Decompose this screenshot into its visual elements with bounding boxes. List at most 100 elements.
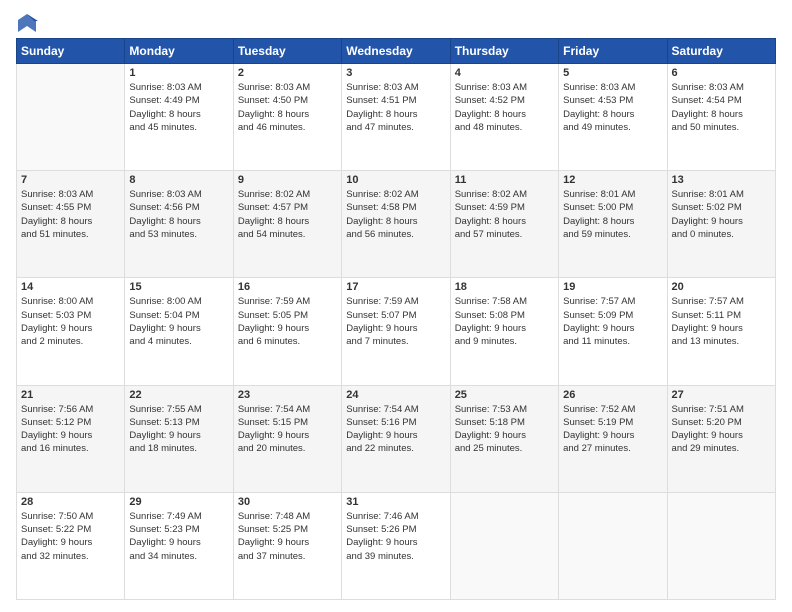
calendar-cell: 26 Sunrise: 7:52 AMSunset: 5:19 PMDayligh… (559, 385, 667, 492)
calendar-cell: 31Sunrise: 7:46 AMSunset: 5:26 PMDayligh… (342, 492, 450, 599)
day-number: 15 (129, 281, 228, 293)
page-container: Sunday Monday Tuesday Wednesday Thursday… (0, 0, 792, 612)
day-number: 8 (129, 174, 228, 186)
calendar-week-row: 14Sunrise: 8:00 AMSunset: 5:03 PMDayligh… (17, 278, 776, 385)
calendar-header-row: Sunday Monday Tuesday Wednesday Thursday… (17, 39, 776, 64)
calendar-cell: 1Sunrise: 8:03 AMSunset: 4:49 PMDaylight… (125, 64, 233, 171)
col-monday: Monday (125, 39, 233, 64)
calendar-cell: 27 Sunrise: 7:51 AMSunset: 5:20 PMDayligh… (667, 385, 775, 492)
day-info: Sunrise: 7:50 AMSunset: 5:22 PMDaylight:… (21, 510, 120, 563)
calendar-cell: 9Sunrise: 8:02 AMSunset: 4:57 PMDaylight… (233, 171, 341, 278)
calendar-cell: 30 Sunrise: 7:48 AMSunset: 5:25 PMDayligh… (233, 492, 341, 599)
day-info: Sunrise: 7:59 AMSunset: 5:05 PMDaylight:… (238, 295, 337, 348)
day-number: 27 (672, 389, 771, 401)
day-info: Sunrise: 8:03 AMSunset: 4:50 PMDaylight:… (238, 81, 337, 134)
calendar-cell: 4 Sunrise: 8:03 AMSunset: 4:52 PMDaylight… (450, 64, 558, 171)
day-info: Sunrise: 7:52 AMSunset: 5:19 PMDaylight:… (563, 403, 662, 456)
day-number: 6 (672, 67, 771, 79)
calendar-cell: 7 Sunrise: 8:03 AMSunset: 4:55 PMDaylight… (17, 171, 125, 278)
day-info: Sunrise: 7:54 AMSunset: 5:15 PMDaylight:… (238, 403, 337, 456)
calendar-cell: 14Sunrise: 8:00 AMSunset: 5:03 PMDayligh… (17, 278, 125, 385)
day-number: 22 (129, 389, 228, 401)
col-tuesday: Tuesday (233, 39, 341, 64)
day-info: Sunrise: 7:51 AMSunset: 5:20 PMDaylight:… (672, 403, 771, 456)
calendar-week-row: 7 Sunrise: 8:03 AMSunset: 4:55 PMDaylight… (17, 171, 776, 278)
col-thursday: Thursday (450, 39, 558, 64)
day-number: 13 (672, 174, 771, 186)
day-info: Sunrise: 8:00 AMSunset: 5:04 PMDaylight:… (129, 295, 228, 348)
day-info: Sunrise: 8:01 AMSunset: 5:02 PMDaylight:… (672, 188, 771, 241)
calendar-week-row: 21 Sunrise: 7:56 AMSunset: 5:12 PMDayligh… (17, 385, 776, 492)
calendar-cell (667, 492, 775, 599)
day-number: 9 (238, 174, 337, 186)
day-info: Sunrise: 7:48 AMSunset: 5:25 PMDaylight:… (238, 510, 337, 563)
day-number: 5 (563, 67, 662, 79)
calendar-cell: 24 Sunrise: 7:54 AMSunset: 5:16 PMDayligh… (342, 385, 450, 492)
day-info: Sunrise: 7:46 AMSunset: 5:26 PMDaylight:… (346, 510, 445, 563)
day-number: 30 (238, 496, 337, 508)
day-number: 10 (346, 174, 445, 186)
day-info: Sunrise: 7:57 AMSunset: 5:11 PMDaylight:… (672, 295, 771, 348)
calendar-cell (559, 492, 667, 599)
day-info: Sunrise: 8:01 AMSunset: 5:00 PMDaylight:… (563, 188, 662, 241)
calendar-cell: 29 Sunrise: 7:49 AMSunset: 5:23 PMDayligh… (125, 492, 233, 599)
day-number: 28 (21, 496, 120, 508)
day-number: 11 (455, 174, 554, 186)
day-info: Sunrise: 8:03 AMSunset: 4:55 PMDaylight:… (21, 188, 120, 241)
col-friday: Friday (559, 39, 667, 64)
day-number: 20 (672, 281, 771, 293)
day-info: Sunrise: 7:55 AMSunset: 5:13 PMDaylight:… (129, 403, 228, 456)
day-info: Sunrise: 8:03 AMSunset: 4:54 PMDaylight:… (672, 81, 771, 134)
day-info: Sunrise: 7:49 AMSunset: 5:23 PMDaylight:… (129, 510, 228, 563)
calendar-cell: 11Sunrise: 8:02 AMSunset: 4:59 PMDayligh… (450, 171, 558, 278)
calendar-cell: 19 Sunrise: 7:57 AMSunset: 5:09 PMDayligh… (559, 278, 667, 385)
day-number: 1 (129, 67, 228, 79)
calendar-cell: 23 Sunrise: 7:54 AMSunset: 5:15 PMDayligh… (233, 385, 341, 492)
col-wednesday: Wednesday (342, 39, 450, 64)
day-info: Sunrise: 8:03 AMSunset: 4:53 PMDaylight:… (563, 81, 662, 134)
day-number: 19 (563, 281, 662, 293)
calendar-cell (17, 64, 125, 171)
day-info: Sunrise: 7:59 AMSunset: 5:07 PMDaylight:… (346, 295, 445, 348)
calendar-cell: 5 Sunrise: 8:03 AMSunset: 4:53 PMDaylight… (559, 64, 667, 171)
logo (16, 12, 38, 30)
day-info: Sunrise: 7:53 AMSunset: 5:18 PMDaylight:… (455, 403, 554, 456)
day-info: Sunrise: 7:57 AMSunset: 5:09 PMDaylight:… (563, 295, 662, 348)
calendar-cell: 12 Sunrise: 8:01 AMSunset: 5:00 PMDayligh… (559, 171, 667, 278)
day-info: Sunrise: 8:03 AMSunset: 4:56 PMDaylight:… (129, 188, 228, 241)
col-saturday: Saturday (667, 39, 775, 64)
day-info: Sunrise: 8:02 AMSunset: 4:58 PMDaylight:… (346, 188, 445, 241)
day-number: 26 (563, 389, 662, 401)
calendar-cell: 18 Sunrise: 7:58 AMSunset: 5:08 PMDayligh… (450, 278, 558, 385)
calendar-table: Sunday Monday Tuesday Wednesday Thursday… (16, 38, 776, 600)
day-number: 14 (21, 281, 120, 293)
calendar-cell: 13 Sunrise: 8:01 AMSunset: 5:02 PMDayligh… (667, 171, 775, 278)
page-header (16, 12, 776, 30)
day-info: Sunrise: 7:56 AMSunset: 5:12 PMDaylight:… (21, 403, 120, 456)
calendar-cell: 22 Sunrise: 7:55 AMSunset: 5:13 PMDayligh… (125, 385, 233, 492)
day-number: 7 (21, 174, 120, 186)
day-number: 21 (21, 389, 120, 401)
day-info: Sunrise: 8:03 AMSunset: 4:52 PMDaylight:… (455, 81, 554, 134)
day-number: 18 (455, 281, 554, 293)
calendar-cell: 15 Sunrise: 8:00 AMSunset: 5:04 PMDayligh… (125, 278, 233, 385)
calendar-cell: 2Sunrise: 8:03 AMSunset: 4:50 PMDaylight… (233, 64, 341, 171)
day-number: 25 (455, 389, 554, 401)
day-number: 29 (129, 496, 228, 508)
day-number: 17 (346, 281, 445, 293)
calendar-cell: 16Sunrise: 7:59 AMSunset: 5:05 PMDayligh… (233, 278, 341, 385)
day-number: 4 (455, 67, 554, 79)
calendar-week-row: 1Sunrise: 8:03 AMSunset: 4:49 PMDaylight… (17, 64, 776, 171)
day-number: 12 (563, 174, 662, 186)
calendar-cell: 28 Sunrise: 7:50 AMSunset: 5:22 PMDayligh… (17, 492, 125, 599)
day-number: 24 (346, 389, 445, 401)
day-info: Sunrise: 7:54 AMSunset: 5:16 PMDaylight:… (346, 403, 445, 456)
day-info: Sunrise: 7:58 AMSunset: 5:08 PMDaylight:… (455, 295, 554, 348)
calendar-cell: 8 Sunrise: 8:03 AMSunset: 4:56 PMDaylight… (125, 171, 233, 278)
calendar-cell: 6 Sunrise: 8:03 AMSunset: 4:54 PMDaylight… (667, 64, 775, 171)
calendar-cell: 25 Sunrise: 7:53 AMSunset: 5:18 PMDayligh… (450, 385, 558, 492)
calendar-cell: 17 Sunrise: 7:59 AMSunset: 5:07 PMDayligh… (342, 278, 450, 385)
logo-icon (16, 12, 38, 34)
day-number: 23 (238, 389, 337, 401)
calendar-cell (450, 492, 558, 599)
